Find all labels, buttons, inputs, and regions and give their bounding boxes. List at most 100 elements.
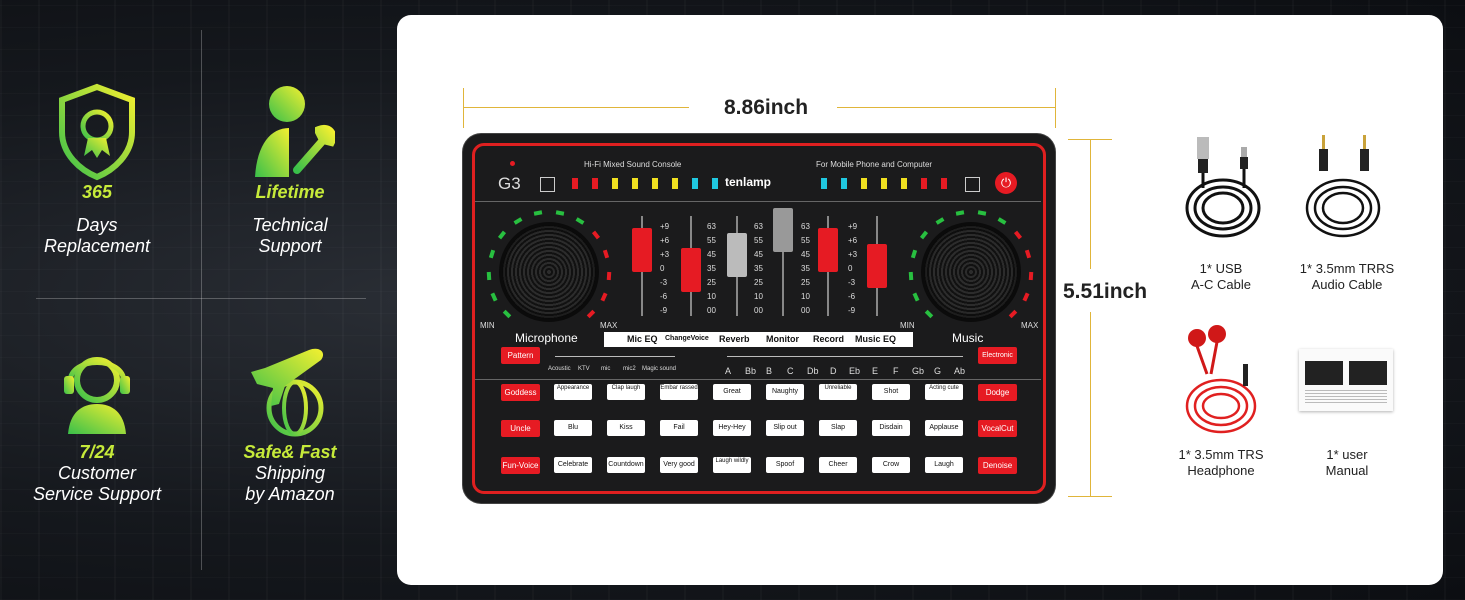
sound-effect-button[interactable]: Acting cute xyxy=(925,384,963,400)
key-label: Ab xyxy=(954,366,966,376)
feature-text: Shipping xyxy=(254,463,326,483)
sound-effect-button[interactable]: Clap laugh xyxy=(607,384,645,400)
feature-highlight: 7/24 xyxy=(79,442,115,462)
feature-replacement: 365 Days Replacement xyxy=(12,82,182,257)
sound-effect-button[interactable]: Naughty xyxy=(766,384,804,400)
sound-effect-button[interactable]: Hey-Hey xyxy=(713,420,751,436)
level-scale-label: 55 xyxy=(707,236,716,245)
function-button[interactable]: Denoise xyxy=(978,457,1017,474)
sound-effect-button[interactable]: Slip out xyxy=(766,420,804,436)
voice-button[interactable]: Uncle xyxy=(501,420,540,437)
sound-effect-button[interactable]: Kiss xyxy=(607,420,645,436)
sound-effect-button[interactable]: Disdain xyxy=(872,420,910,436)
sound-effect-button[interactable]: Countdown xyxy=(607,457,645,473)
key-label: E xyxy=(872,366,879,376)
device-divider xyxy=(475,379,1041,380)
min-label: MIN xyxy=(480,321,495,330)
fader-knob[interactable] xyxy=(818,228,838,272)
pattern-mode-label: KTV xyxy=(578,366,590,372)
eq-label: ChangeVoice xyxy=(665,335,709,342)
microphone-label: Microphone xyxy=(515,331,578,345)
dimension-line xyxy=(1090,139,1091,269)
level-led xyxy=(652,178,658,189)
accessory-label: Manual xyxy=(1325,463,1369,478)
dimension-line xyxy=(1090,312,1091,496)
dimension-line xyxy=(837,107,1055,108)
level-led xyxy=(821,178,827,189)
eq-label-strip: Mic EQ ChangeVoice Reverb Monitor Record… xyxy=(604,332,913,347)
sound-effect-button[interactable]: Very good xyxy=(660,457,698,473)
dimension-tick xyxy=(1055,88,1056,128)
feature-text: Technical xyxy=(252,215,328,235)
sound-effect-button[interactable]: Celebrate xyxy=(554,457,592,473)
level-scale-label: 25 xyxy=(707,278,716,287)
sound-effect-button[interactable]: Great xyxy=(713,384,751,400)
eq-label: Music EQ xyxy=(855,334,897,344)
sound-effect-button[interactable]: Shot xyxy=(872,384,910,400)
sound-effect-button[interactable]: Crow xyxy=(872,457,910,473)
pattern-button[interactable]: Pattern xyxy=(501,347,540,364)
voice-button[interactable]: Goddess xyxy=(501,384,540,401)
sound-effect-button[interactable]: Blu xyxy=(554,420,592,436)
fader-knob[interactable] xyxy=(773,208,793,252)
fader-knob[interactable] xyxy=(632,228,652,272)
sound-effect-button[interactable]: Slap xyxy=(819,420,857,436)
device-frame xyxy=(472,143,1046,494)
sound-effect-button[interactable]: Appearance xyxy=(554,384,592,400)
fader-knob[interactable] xyxy=(727,233,747,277)
audio-cable-icon xyxy=(1303,133,1383,248)
db-scale-label: -9 xyxy=(660,306,668,315)
level-scale-label: 55 xyxy=(801,236,810,245)
level-led xyxy=(901,178,907,189)
key-label: G xyxy=(934,366,942,376)
key-label: Db xyxy=(807,366,819,376)
eq-label: Reverb xyxy=(719,334,750,344)
electronic-button[interactable]: Electronic xyxy=(978,347,1017,364)
headset-agent-icon xyxy=(52,342,142,442)
db-scale-label: -6 xyxy=(660,292,668,301)
music-input-icon xyxy=(965,177,980,192)
feature-text: Customer xyxy=(57,463,137,483)
sound-effect-button[interactable]: Unreliable xyxy=(819,384,857,400)
key-label: F xyxy=(893,366,899,376)
power-button[interactable]: ⏻ xyxy=(995,172,1017,194)
earphones-icon xyxy=(1181,324,1261,444)
voice-button[interactable]: Fun-Voice xyxy=(501,457,540,474)
music-knob[interactable] xyxy=(924,225,1018,319)
function-button[interactable]: Dodge xyxy=(978,384,1017,401)
key-label: C xyxy=(787,366,794,376)
level-led xyxy=(941,178,947,189)
accessory-label: 1* 3.5mm TRRS xyxy=(1299,261,1395,276)
sound-effect-button[interactable]: Cheer xyxy=(819,457,857,473)
mic-input-icon xyxy=(540,177,555,192)
feature-shipping: Safe& Fast Shipping by Amazon xyxy=(205,342,375,505)
fader-knob[interactable] xyxy=(867,244,887,288)
level-scale-label: 00 xyxy=(754,306,763,315)
key-label: Gb xyxy=(912,366,925,376)
accessory-label: 1* user xyxy=(1326,447,1368,462)
level-scale-label: 10 xyxy=(754,292,763,301)
feature-customer-service: 7/24 Customer Service Support xyxy=(12,342,182,505)
db-scale-label: +3 xyxy=(848,250,858,259)
level-led xyxy=(712,178,718,189)
db-scale-label: +6 xyxy=(660,236,670,245)
sound-effect-button[interactable]: Spoof xyxy=(766,457,804,473)
level-led xyxy=(572,178,578,189)
function-button[interactable]: VocalCut xyxy=(978,420,1017,437)
key-label: D xyxy=(830,366,837,376)
sound-effect-button[interactable]: Embar rassed xyxy=(660,384,698,400)
microphone-knob[interactable] xyxy=(502,225,596,319)
sound-effect-button[interactable]: Fail xyxy=(660,420,698,436)
sound-effect-button[interactable]: Applause xyxy=(925,420,963,436)
sound-effect-button[interactable]: Laugh wildly xyxy=(713,457,751,473)
level-scale-label: 00 xyxy=(801,306,810,315)
fader-knob[interactable] xyxy=(681,248,701,292)
dimension-line xyxy=(463,107,689,108)
level-scale-label: 35 xyxy=(801,264,810,273)
level-segment xyxy=(1028,271,1034,280)
db-scale-label: 0 xyxy=(848,264,853,273)
level-scale-label: 10 xyxy=(707,292,716,301)
level-led xyxy=(841,178,847,189)
sound-effect-button[interactable]: Laugh xyxy=(925,457,963,473)
feature-text: Replacement xyxy=(43,236,151,256)
